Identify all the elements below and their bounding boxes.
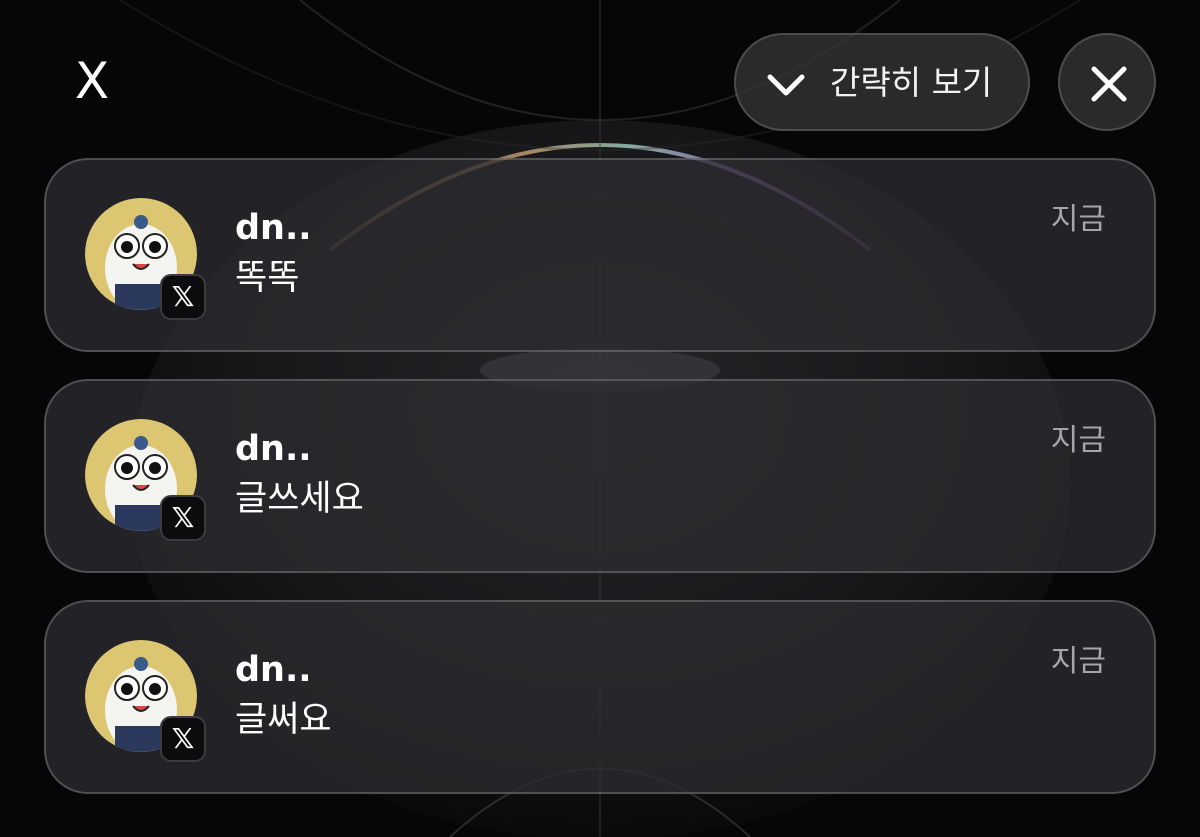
close-icon (1091, 66, 1127, 102)
chevron-down-icon (767, 74, 805, 96)
notification-time: 지금 (1050, 202, 1106, 237)
notification-time: 지금 (1050, 423, 1106, 458)
collapse-button[interactable]: 간략히 보기 (734, 33, 1030, 131)
notification-message: 글써요 (235, 700, 332, 740)
x-app-icon: 𝕏 (160, 716, 206, 762)
notification-message: 똑똑 (235, 258, 300, 298)
x-app-icon: 𝕏 (160, 274, 206, 320)
notification-sender: dn.. (235, 650, 312, 690)
notification-card[interactable]: 𝕏 dn.. 글써요 지금 (44, 600, 1156, 794)
notification-message: 글쓰세요 (235, 479, 364, 519)
notification-sender: dn.. (235, 208, 312, 248)
notification-sender: dn.. (235, 429, 312, 469)
x-app-icon: 𝕏 (160, 495, 206, 541)
collapse-label: 간략히 보기 (830, 63, 993, 102)
notification-time: 지금 (1050, 644, 1106, 679)
top-close-x[interactable]: X (62, 46, 122, 116)
notification-card[interactable]: 𝕏 dn.. 똑똑 지금 (44, 158, 1156, 352)
close-button[interactable] (1058, 33, 1156, 131)
notification-card[interactable]: 𝕏 dn.. 글쓰세요 지금 (44, 379, 1156, 573)
